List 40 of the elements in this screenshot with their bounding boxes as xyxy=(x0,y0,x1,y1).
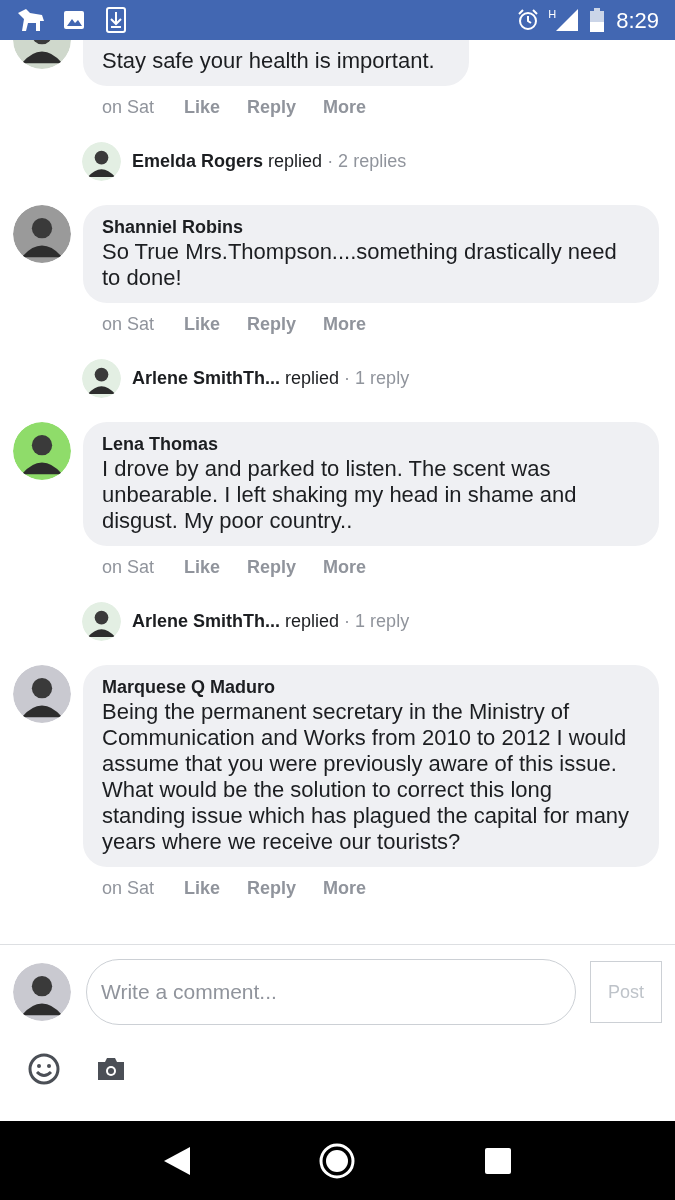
comment-time: on Sat xyxy=(102,555,156,579)
camera-icon[interactable] xyxy=(96,1057,126,1081)
comment-time: on Sat xyxy=(102,876,156,900)
comment-text: Stay safe your health is important. xyxy=(102,48,436,74)
recents-icon[interactable] xyxy=(484,1147,511,1174)
network-type: H xyxy=(548,7,557,22)
battery-icon xyxy=(590,8,605,32)
replies-summary[interactable]: Arlene SmithTh... replied · 1 reply xyxy=(132,607,410,635)
comment-text: I drove by and parked to listen. The scent was unbearable. I left shaking my head in shame and disgust. My poor country.. xyxy=(102,456,578,534)
back-icon[interactable] xyxy=(164,1146,191,1175)
home-icon[interactable] xyxy=(318,1141,357,1180)
dog-icon xyxy=(16,7,46,33)
reply-link[interactable]: Reply xyxy=(247,310,323,338)
post-button[interactable]: Post xyxy=(590,961,662,1023)
signal-icon xyxy=(556,9,579,31)
commenter-name[interactable]: Shanniel Robins xyxy=(102,215,640,239)
more-link[interactable]: More xyxy=(323,310,366,338)
clock-time: 8:29 xyxy=(616,6,659,35)
commenter-name[interactable]: Lena Thomas xyxy=(102,432,640,456)
like-link[interactable]: Like xyxy=(184,93,247,121)
replies-summary[interactable]: Emelda Rogers replied · 2 replies xyxy=(132,147,407,175)
comment-field[interactable]: Write a comment... xyxy=(86,959,576,1025)
like-link[interactable]: Like xyxy=(184,553,247,581)
more-link[interactable]: More xyxy=(323,553,366,581)
comment-text: So True Mrs.Thompson....something drastically need to done! xyxy=(102,239,618,291)
reply-link[interactable]: Reply xyxy=(247,874,323,902)
like-link[interactable]: Like xyxy=(184,310,247,338)
comment-text: Being the permanent secretary in the Ministry of Communication and Works from 2010 to 2012 I would assume that you were previously aware of this issue. What would be the solution to correct this long standing issue which has plagued the capital for many years where we receive our tourists? xyxy=(102,699,631,855)
more-link[interactable]: More xyxy=(323,874,366,902)
like-link[interactable]: Like xyxy=(184,874,247,902)
reply-link[interactable]: Reply xyxy=(247,553,323,581)
download-icon xyxy=(106,7,126,33)
more-link[interactable]: More xyxy=(323,93,366,121)
comment-time: on Sat xyxy=(102,312,156,336)
replies-summary[interactable]: Arlene SmithTh... replied · 1 reply xyxy=(132,364,410,392)
comment-time: on Sat xyxy=(102,95,156,119)
reply-link[interactable]: Reply xyxy=(247,93,323,121)
smiley-icon[interactable] xyxy=(28,1053,60,1085)
commenter-name[interactable]: Marquese Q Maduro xyxy=(102,675,640,699)
image-icon xyxy=(62,8,86,32)
